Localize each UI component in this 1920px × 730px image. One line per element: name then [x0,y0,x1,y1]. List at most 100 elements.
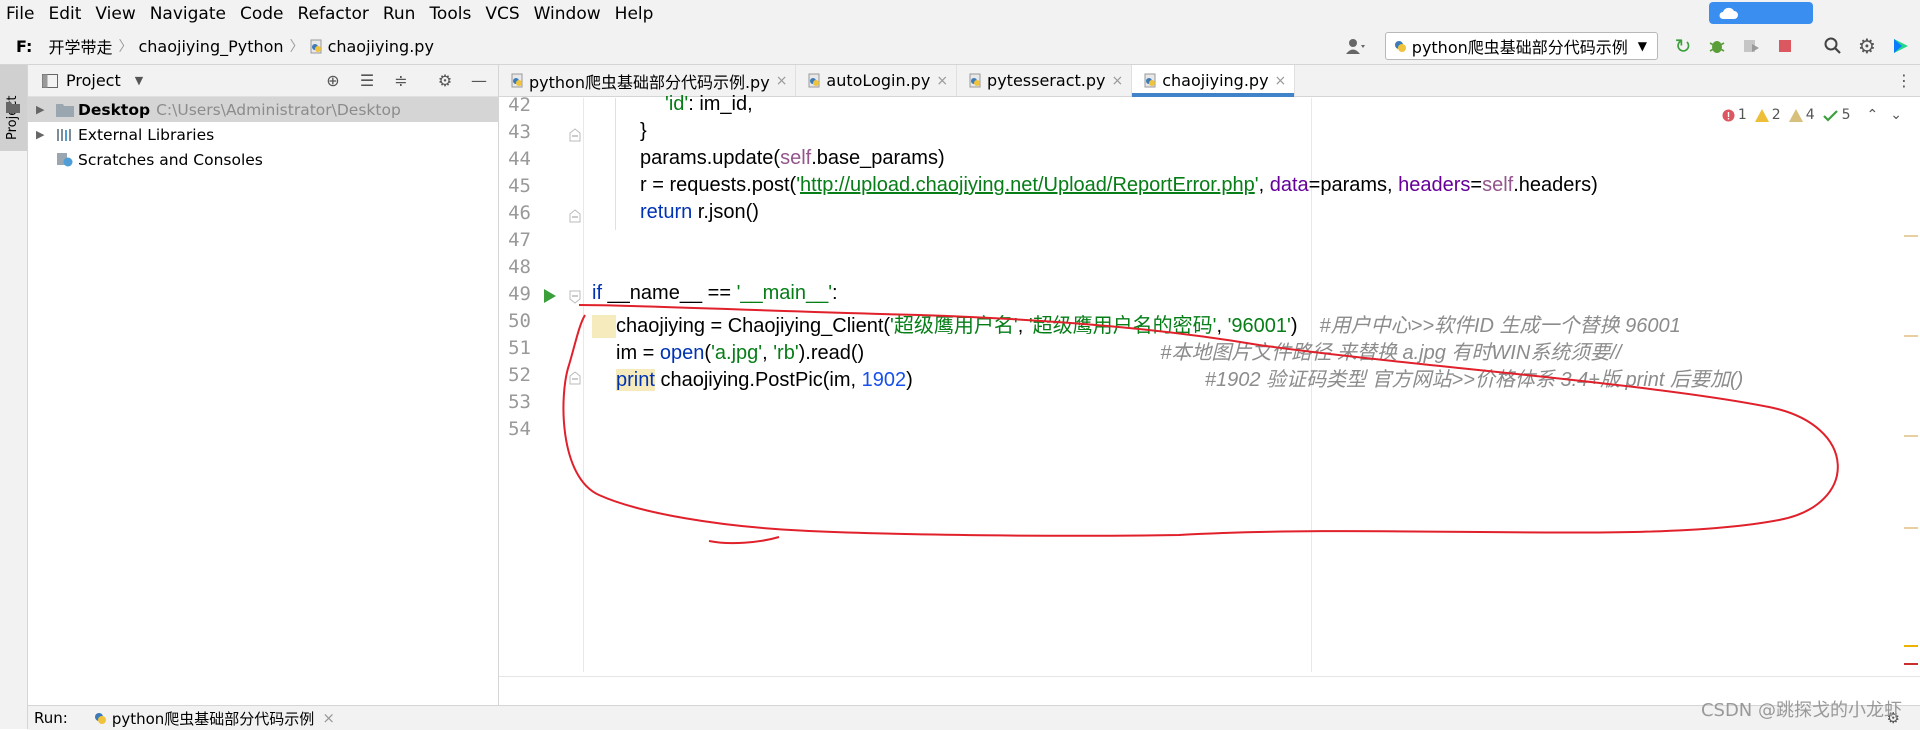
weak-warning-count: 4 [1805,107,1815,123]
close-icon[interactable]: × [936,73,948,89]
menu-help[interactable]: Help [608,4,661,24]
code-line-49[interactable]: if __name__ == '__main__': [584,282,838,305]
menu-navigate[interactable]: Navigate [143,4,233,24]
python-file-icon [310,39,322,53]
tab-pytesseract[interactable]: pytesseract.py × [957,65,1133,96]
stripe-marker[interactable] [1904,527,1918,529]
close-icon[interactable]: × [1275,73,1287,89]
chevron-right-icon[interactable]: ▶ [36,128,50,141]
run-tab-label[interactable]: python爬虫基础部分代码示例 [112,708,314,729]
run-gutter-icon[interactable] [543,288,557,304]
stripe-marker[interactable] [1904,645,1918,647]
more-tabs-icon[interactable]: ⋮ [1896,71,1912,90]
close-icon[interactable]: × [776,73,788,89]
code-line-45[interactable]: r = requests.post('http://upload.chaojiy… [584,174,1598,197]
debug-icon[interactable] [1706,35,1728,57]
menu-file[interactable]: File [0,4,41,24]
line-number: 43 [508,121,531,143]
menu-view[interactable]: View [88,4,142,24]
chevron-up-icon[interactable]: ⌃ [1867,107,1879,123]
tab-autologin[interactable]: autoLogin.py × [796,65,958,96]
navigation-bar: F: 开学带走 〉 chaojiying_Python 〉 chaojiying… [0,28,1920,65]
breadcrumb-folder[interactable]: 开学带走 [48,34,112,58]
python-icon [1394,40,1406,52]
gear-icon[interactable]: ⚙ [434,69,456,91]
menu-code[interactable]: Code [233,4,291,24]
stripe-marker[interactable] [1904,435,1918,437]
python-file-icon [511,73,523,88]
tree-path-desktop: C:\Users\Administrator\Desktop [156,100,401,119]
project-panel-header: Project ▼ ⊕ ☰ ≑ ⚙ — [28,65,498,97]
weak-warning-icon [1788,108,1803,122]
libraries-icon [57,128,71,141]
stop-icon[interactable] [1774,35,1796,57]
rerun-icon[interactable]: ↻ [1672,34,1694,58]
report-error-url[interactable]: http://upload.chaojiying.net/Upload/Repo… [800,174,1255,196]
tree-row-external-libraries[interactable]: ▶ External Libraries [28,122,498,147]
run-tool-bar: Run: python爬虫基础部分代码示例 × ⚙ [28,705,1920,730]
fold-icon[interactable] [569,209,581,223]
toolbox-icon[interactable] [1890,35,1912,57]
run-config-label: python爬虫基础部分代码示例 [1411,38,1628,57]
warning-highlight [592,315,616,338]
inspection-widget[interactable]: 1 2 4 5 ⌃ ⌄ [1722,107,1902,123]
tree-row-desktop[interactable]: ▶ Desktop C:\Users\Administrator\Desktop [28,97,498,122]
folder-icon [56,103,74,117]
line-number: 47 [508,229,531,251]
fold-icon[interactable] [569,290,581,304]
code-line-50[interactable]: chaojiying = Chaojiying_Client('超级鹰用户名',… [584,309,1681,338]
project-panel-title[interactable]: Project [66,71,121,90]
tab-python-basics[interactable]: python爬虫基础部分代码示例.py × [499,65,797,96]
code-line-42[interactable]: 'id': im_id, [584,93,753,116]
code-line-51[interactable]: im = open('a.jpg', 'rb').read() #本地图片文件路径… [584,336,1621,365]
error-icon [1722,109,1735,121]
user-icon[interactable] [1345,35,1367,57]
breadcrumb-file[interactable]: chaojiying.py [328,37,434,56]
editor: python爬虫基础部分代码示例.py × autoLogin.py × pyt… [499,65,1920,705]
menu-run[interactable]: Run [376,4,423,24]
menu-edit[interactable]: Edit [41,4,88,24]
breadcrumb-drive[interactable]: F: [16,37,32,56]
cloud-badge[interactable] [1709,2,1813,24]
chevron-right-icon[interactable]: ▶ [36,103,50,116]
hide-panel-icon[interactable]: — [468,69,490,91]
line-number: 45 [508,175,531,197]
breadcrumb-chevron-icon: 〉 [289,39,304,55]
line-number: 48 [508,256,531,278]
coverage-icon[interactable] [1740,35,1762,57]
close-icon[interactable]: × [1111,73,1123,89]
collapse-all-icon[interactable]: ≑ [390,69,412,91]
code-line-52[interactable]: print chaojiying.PostPic(im, 1902) #1902 … [584,363,1743,392]
menu-tools[interactable]: Tools [422,4,478,24]
tree-label-external-libraries: External Libraries [78,125,215,144]
chevron-down-icon[interactable]: ▼ [135,74,143,87]
code-line-44[interactable]: params.update(self.base_params) [584,147,945,170]
chevron-down-icon: ▼ [1637,39,1647,53]
menu-refactor[interactable]: Refactor [291,4,376,24]
breadcrumb-project[interactable]: chaojiying_Python [138,37,283,56]
stripe-marker[interactable] [1904,663,1918,665]
tree-row-scratches[interactable]: Scratches and Consoles [28,147,498,172]
line-number: 51 [508,337,531,359]
line-number: 44 [508,148,531,170]
code-line-43[interactable]: } [584,120,647,143]
close-icon[interactable]: × [322,709,335,727]
tab-chaojiying[interactable]: chaojiying.py × [1132,65,1296,97]
run-config-select[interactable]: python爬虫基础部分代码示例 ▼ [1384,32,1658,60]
search-icon[interactable] [1822,35,1844,57]
expand-all-icon[interactable]: ☰ [356,69,378,91]
project-tool-tab[interactable]: Project [0,65,27,151]
locate-icon[interactable]: ⊕ [322,69,344,91]
code-line-46[interactable]: return r.json() [584,201,759,224]
tree-label-scratches: Scratches and Consoles [78,150,263,169]
chevron-down-icon[interactable]: ⌄ [1890,107,1902,123]
gear-icon[interactable]: ⚙ [1856,34,1878,58]
stripe-marker[interactable] [1904,335,1918,337]
menu-vcs[interactable]: VCS [478,4,526,24]
stripe-marker[interactable] [1904,235,1918,237]
fold-icon[interactable] [569,128,581,142]
error-stripe[interactable] [1904,235,1920,685]
fold-icon[interactable] [569,371,581,385]
python-icon [94,712,106,724]
menu-window[interactable]: Window [527,4,608,24]
